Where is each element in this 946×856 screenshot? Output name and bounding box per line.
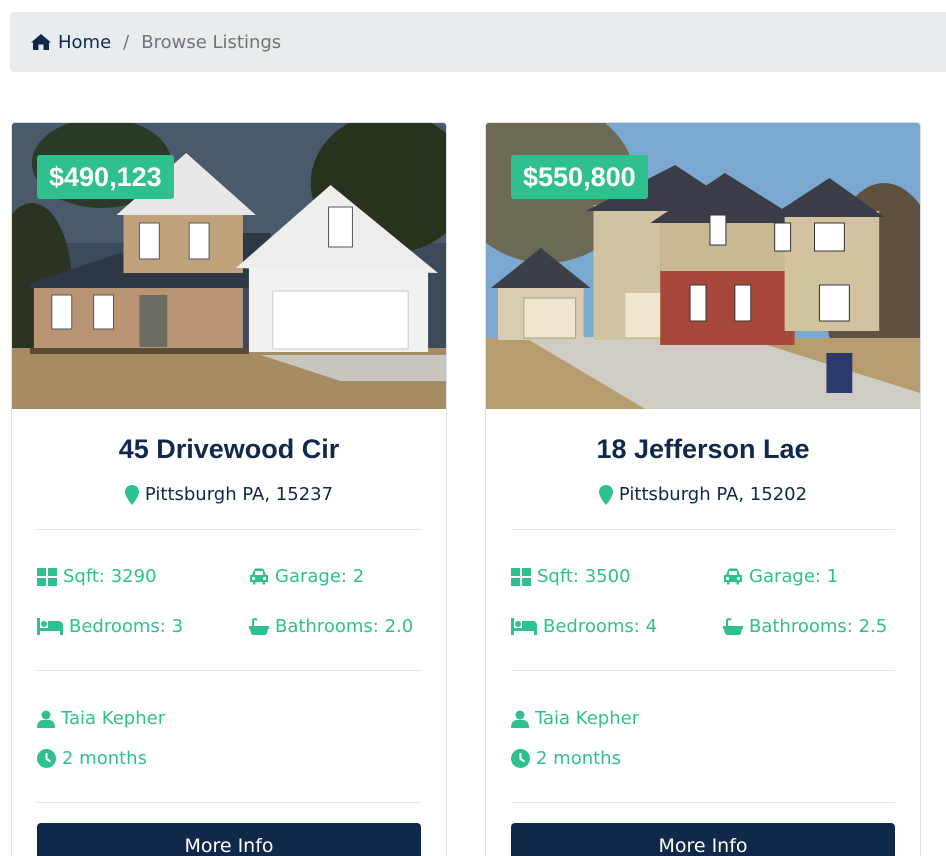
garage-stat: Garage: 1 [723,566,838,587]
divider [511,529,895,530]
garage-text: Garage: 2 [275,566,365,587]
breadcrumb-current: Browse Listings [141,31,282,53]
divider [37,670,421,671]
divider [511,670,895,671]
bedrooms-text: Bedrooms: 3 [69,616,184,637]
user-icon [37,710,55,728]
breadcrumb: Home / Browse Listings [10,12,946,72]
bath-icon [723,617,743,635]
divider [37,529,421,530]
car-icon [724,568,742,585]
bath-icon [249,617,269,635]
bed-icon [511,618,537,635]
agent-stat: Taia Kepher [37,708,165,729]
bedrooms-stat: Bedrooms: 3 [37,616,183,637]
sqft-text: Sqft: 3290 [63,566,157,587]
user-icon [511,710,529,728]
agent-name[interactable]: Taia Kepher [535,708,639,729]
map-marker-icon [598,484,613,505]
divider [37,802,421,803]
listing-location: Pittsburgh PA, 15237 [12,484,446,505]
listing-title[interactable]: 18 Jefferson Lae [486,434,920,465]
listed-stat: 2 months [511,748,621,769]
breadcrumb-home-link[interactable]: Home [30,32,111,53]
listed-text: 2 months [62,748,147,769]
sqft-text: Sqft: 3500 [537,566,631,587]
bed-icon [37,618,63,635]
agent-name[interactable]: Taia Kepher [61,708,165,729]
listed-text: 2 months [536,748,621,769]
bathrooms-stat: Bathrooms: 2.5 [723,616,887,637]
more-info-button[interactable]: More Info [511,823,895,856]
home-icon [31,34,51,50]
garage-stat: Garage: 2 [249,566,364,587]
location-text: Pittsburgh PA, 15202 [618,484,808,505]
map-marker-icon [124,484,139,505]
agent-stat: Taia Kepher [511,708,639,729]
th-large-icon [37,567,57,586]
th-large-icon [511,567,531,586]
listing-location: Pittsburgh PA, 15202 [486,484,920,505]
sqft-stat: Sqft: 3500 [511,566,631,587]
breadcrumb-separator: / [123,31,130,53]
listing-card: $550,800 18 Jefferson Lae Pittsburgh PA,… [485,122,921,856]
listing-title[interactable]: 45 Drivewood Cir [12,434,446,465]
divider [511,802,895,803]
listing-photo[interactable]: $490,123 [12,123,446,409]
bathrooms-text: Bathrooms: 2.0 [275,616,414,637]
listing-photo[interactable]: $550,800 [486,123,920,409]
clock-icon [37,749,56,768]
price-badge: $490,123 [37,155,174,199]
breadcrumb-home-label: Home [58,31,112,53]
sqft-stat: Sqft: 3290 [37,566,157,587]
price-badge: $550,800 [511,155,648,199]
bathrooms-text: Bathrooms: 2.5 [749,616,888,637]
listing-card: $490,123 45 Drivewood Cir Pittsburgh PA,… [11,122,447,856]
listed-stat: 2 months [37,748,147,769]
clock-icon [511,749,530,768]
car-icon [250,568,268,585]
location-text: Pittsburgh PA, 15237 [144,484,334,505]
bathrooms-stat: Bathrooms: 2.0 [249,616,413,637]
garage-text: Garage: 1 [749,566,839,587]
bedrooms-text: Bedrooms: 4 [543,616,658,637]
more-info-button[interactable]: More Info [37,823,421,856]
bedrooms-stat: Bedrooms: 4 [511,616,657,637]
